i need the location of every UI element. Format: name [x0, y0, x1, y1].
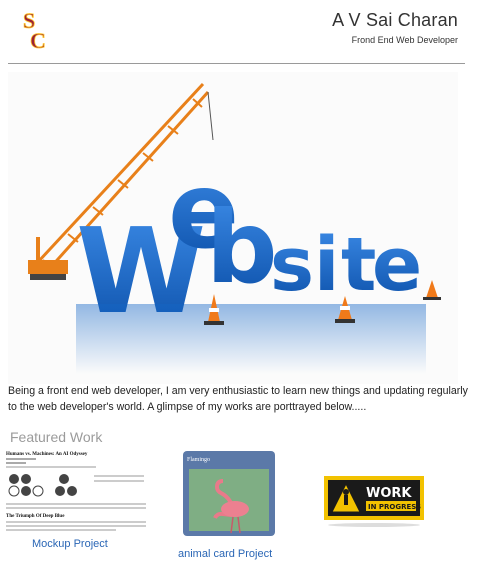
svg-text:C: C — [30, 28, 46, 52]
animal-card-project-link[interactable]: animal card Project — [178, 548, 272, 560]
mockup-project-link[interactable]: Mockup Project — [32, 538, 108, 550]
crane-base — [28, 260, 68, 274]
sc-logo[interactable]: S C — [20, 8, 52, 52]
svg-text:Humans vs. Machines: An AI Ody: Humans vs. Machines: An AI Odyssey — [6, 452, 88, 457]
hero-image: W e b s i t e — [8, 72, 458, 384]
svg-text:The Triumph Of Deep Blue: The Triumph Of Deep Blue — [6, 514, 65, 519]
svg-text:i: i — [314, 222, 339, 308]
svg-text:b: b — [206, 189, 278, 306]
svg-text:WORK: WORK — [366, 486, 412, 501]
featured-work-heading: Featured Work — [10, 429, 103, 445]
animal-card-project-thumbnail[interactable]: Flamingo — [183, 451, 275, 536]
developer-role: Frond End Web Developer — [351, 35, 458, 45]
header-divider — [8, 63, 465, 64]
svg-text:e: e — [372, 222, 422, 308]
svg-text:Flamingo: Flamingo — [187, 457, 210, 463]
developer-name: A V Sai Charan — [332, 10, 458, 30]
svg-text:IN PROGRESS: IN PROGRESS — [368, 503, 421, 511]
work-in-progress-thumbnail[interactable]: WORK IN PROGRESS — [318, 470, 428, 528]
svg-text:s: s — [270, 222, 314, 308]
mockup-project-thumbnail[interactable]: Humans vs. Machines: An AI Odyssey The T… — [4, 447, 149, 542]
site-header: S C A V Sai Charan Frond End Web Develop… — [0, 0, 477, 66]
intro-paragraph: Being a front end web developer, I am ve… — [8, 385, 468, 413]
